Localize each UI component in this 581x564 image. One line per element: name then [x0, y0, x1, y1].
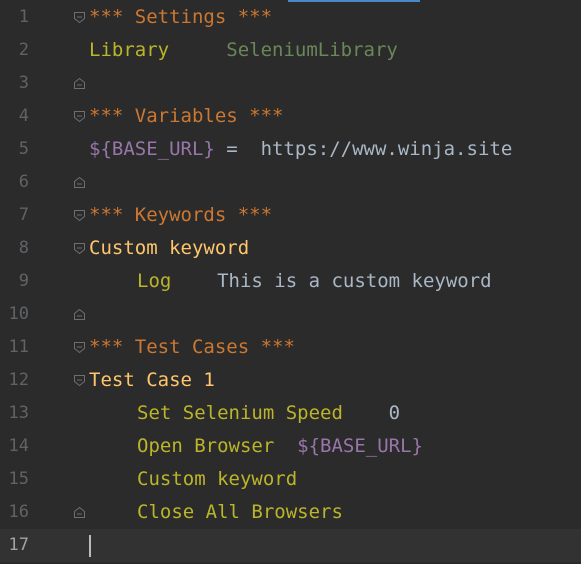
line-number: 11	[8, 337, 29, 357]
code-text: Set Selenium Speed 0	[89, 397, 400, 430]
code-token: *** Keywords ***	[89, 204, 273, 226]
line-number: 4	[18, 106, 29, 126]
code-token: ${BASE_URL}	[89, 138, 215, 160]
code-token: 0	[342, 402, 401, 424]
line-number: 2	[18, 40, 29, 60]
line-number: 7	[18, 205, 29, 225]
fold-open-icon[interactable]	[73, 209, 86, 222]
code-line[interactable]: 17	[0, 529, 581, 562]
code-token: Close All Browsers	[137, 501, 343, 523]
code-line[interactable]: 4 *** Variables ***	[0, 100, 581, 133]
code-text: Custom keyword	[89, 232, 249, 265]
code-line[interactable]: 11 *** Test Cases ***	[0, 331, 581, 364]
line-number: 1	[18, 7, 29, 27]
line-number: 3	[18, 73, 29, 93]
fold-open-icon[interactable]	[73, 11, 86, 24]
code-token: = https://www.winja.site	[214, 138, 513, 160]
code-text: Library SeleniumLibrary	[89, 34, 398, 67]
line-number: 13	[8, 403, 29, 423]
code-line[interactable]: 13 Set Selenium Speed 0	[0, 397, 581, 430]
code-editor[interactable]: 1 *** Settings *** 2 Library SeleniumLibrar…	[0, 0, 581, 564]
code-text: Test Case 1	[89, 364, 215, 397]
code-line[interactable]: 3	[0, 67, 581, 100]
code-line[interactable]: 9 Log This is a custom keyword	[0, 265, 581, 298]
code-token: Custom keyword	[137, 468, 298, 490]
code-line[interactable]: 10	[0, 298, 581, 331]
code-text: ${BASE_URL} = https://www.winja.site	[89, 133, 512, 166]
fold-close-icon[interactable]	[73, 308, 86, 321]
code-line[interactable]: 1 *** Settings ***	[0, 1, 581, 34]
code-text: *** Variables ***	[89, 100, 283, 133]
line-number: 6	[18, 172, 29, 192]
code-text: *** Test Cases ***	[89, 331, 295, 364]
code-token: *** Settings ***	[89, 6, 273, 28]
line-number: 15	[8, 469, 29, 489]
code-line[interactable]: 2 Library SeleniumLibrary	[0, 34, 581, 67]
fold-open-icon[interactable]	[73, 242, 86, 255]
code-line[interactable]: 12 Test Case 1	[0, 364, 581, 397]
code-token: *** Test Cases ***	[89, 336, 295, 358]
code-token: Set Selenium Speed	[137, 402, 343, 424]
code-line[interactable]: 14 Open Browser ${BASE_URL}	[0, 430, 581, 463]
code-token: Open Browser	[137, 435, 275, 457]
line-number: 16	[8, 502, 29, 522]
fold-close-icon[interactable]	[73, 176, 86, 189]
line-number: 17	[8, 535, 29, 555]
code-line[interactable]: 16 Close All Browsers	[0, 496, 581, 529]
code-token: Log	[137, 270, 172, 292]
code-text: *** Keywords ***	[89, 199, 272, 232]
code-text: *** Settings ***	[89, 1, 272, 34]
fold-open-icon[interactable]	[73, 110, 86, 123]
code-token: Custom keyword	[89, 237, 250, 259]
line-number: 5	[18, 139, 29, 159]
code-line[interactable]: 6	[0, 166, 581, 199]
fold-close-icon[interactable]	[73, 506, 86, 519]
text-caret	[89, 535, 91, 557]
fold-open-icon[interactable]	[73, 374, 86, 387]
line-number: 8	[18, 238, 29, 258]
code-line[interactable]: 8 Custom keyword	[0, 232, 581, 265]
line-number: 14	[8, 436, 29, 456]
code-text: Custom keyword	[89, 463, 297, 496]
line-number: 9	[18, 271, 29, 291]
line-number: 12	[8, 370, 29, 390]
code-line[interactable]: 15 Custom keyword	[0, 463, 581, 496]
code-token: Test Case 1	[89, 369, 215, 391]
fold-close-icon[interactable]	[73, 77, 86, 90]
code-line[interactable]: 5 ${BASE_URL} = https://www.winja.site	[0, 133, 581, 166]
code-line[interactable]: 7 *** Keywords ***	[0, 199, 581, 232]
line-number: 10	[8, 304, 29, 324]
code-token: *** Variables ***	[89, 105, 284, 127]
code-token: ${BASE_URL}	[297, 435, 424, 457]
code-text: Log This is a custom keyword	[89, 265, 492, 298]
code-text: Open Browser ${BASE_URL}	[89, 430, 423, 463]
code-token: SeleniumLibrary	[226, 39, 398, 61]
code-text: Close All Browsers	[89, 496, 343, 529]
code-token: This is a custom keyword	[171, 270, 492, 292]
fold-open-icon[interactable]	[73, 341, 86, 354]
code-token: Library	[89, 39, 170, 61]
